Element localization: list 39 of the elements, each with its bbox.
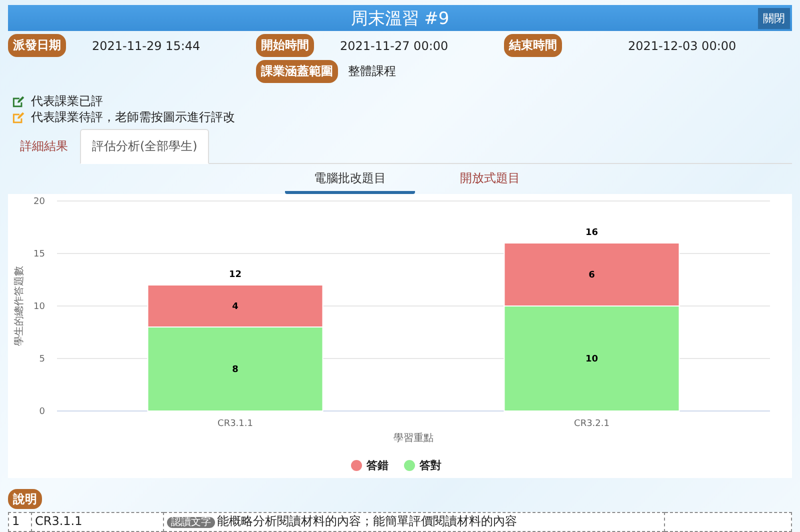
field-label: 結束時間 bbox=[504, 34, 562, 57]
legend-note: 代表課業已評 bbox=[31, 92, 103, 110]
data-label: 10 bbox=[585, 354, 598, 364]
table-cell: 能概略分析閱讀材料的內容；能簡單評價閱讀材料的內容 bbox=[217, 514, 517, 528]
table-cell: CR3.1.1 bbox=[32, 512, 164, 532]
axis-tick-label: 10 bbox=[34, 302, 45, 312]
data-label: 6 bbox=[588, 270, 595, 280]
field-value: 2021-11-27 00:00 bbox=[340, 38, 448, 52]
field-value: 2021-11-29 15:44 bbox=[92, 38, 200, 52]
close-button[interactable]: 關閉 bbox=[758, 8, 790, 29]
window-title: 周末溫習 #9 bbox=[350, 8, 450, 30]
axis-title: 學習重點 bbox=[394, 433, 434, 444]
total-label: 16 bbox=[585, 228, 598, 238]
data-label: 8 bbox=[232, 365, 238, 375]
field-label: 派發日期 bbox=[8, 34, 66, 57]
axis-tick-label: 5 bbox=[39, 354, 45, 364]
axis-tick-label: CR3.1.1 bbox=[218, 419, 253, 429]
field-label: 課業涵蓋範圍 bbox=[256, 60, 338, 83]
tab[interactable]: 評估分析(全部學生) bbox=[80, 129, 210, 164]
legend-label: 答對 bbox=[420, 458, 442, 473]
edit-icon bbox=[12, 110, 25, 124]
table-cell: 1 bbox=[8, 512, 32, 532]
axis-tick-label: 15 bbox=[34, 250, 45, 260]
axis-tick-label: 0 bbox=[39, 407, 45, 417]
field-value: 整體課程 bbox=[348, 63, 396, 80]
total-label: 12 bbox=[228, 270, 242, 280]
tab[interactable]: 詳細結果 bbox=[8, 129, 80, 164]
data-label: 4 bbox=[232, 302, 238, 312]
tab[interactable]: 開放式題目 bbox=[425, 166, 555, 194]
tag: 認讀文字 bbox=[167, 517, 215, 528]
section-label: 說明 bbox=[8, 489, 42, 509]
axis-tick-label: CR3.2.1 bbox=[574, 419, 610, 429]
axis-title: 學生的總作答題數 bbox=[14, 266, 25, 346]
field-value: 2021-12-03 00:00 bbox=[628, 38, 736, 52]
edit-icon bbox=[12, 94, 25, 108]
axis-tick-label: 20 bbox=[34, 197, 45, 207]
field-label: 開始時間 bbox=[256, 34, 314, 57]
legend-note: 代表課業待評，老師需按圖示進行評改 bbox=[31, 108, 235, 126]
legend-label: 答錯 bbox=[366, 458, 388, 473]
